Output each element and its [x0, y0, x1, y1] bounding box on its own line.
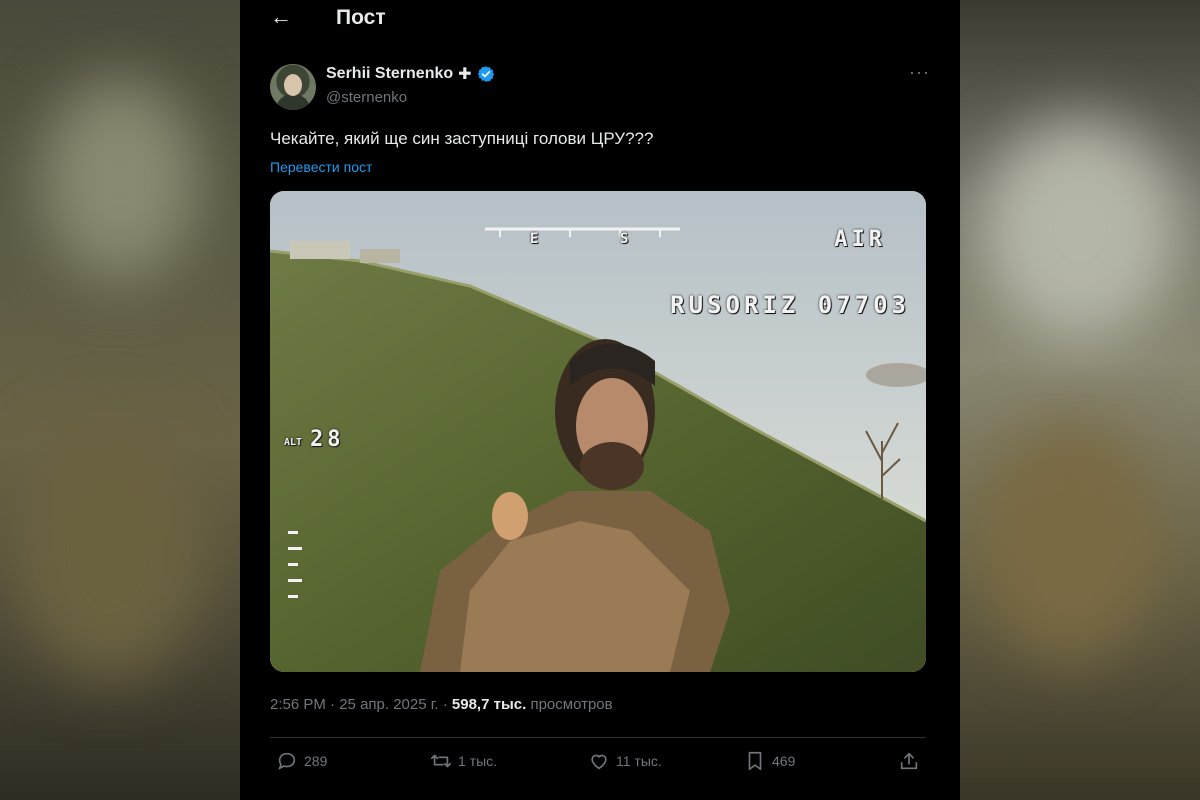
share-icon	[900, 752, 918, 770]
post-date[interactable]: 25 апр. 2025 г.	[339, 696, 438, 713]
post-view: ← Пост Serhii Sternenko ✚ @sternenko ···…	[240, 0, 960, 800]
arrow-left-icon[interactable]: ←	[270, 4, 292, 30]
avatar-body	[276, 94, 310, 110]
translate-post-link[interactable]: Перевести пост	[270, 159, 372, 175]
reply-button[interactable]: 289	[276, 750, 327, 772]
blur-blob	[10, 420, 210, 680]
author-handle[interactable]: @sternenko	[326, 89, 407, 106]
bookmark-count: 469	[772, 753, 796, 769]
like-button[interactable]: 11 тыс.	[588, 750, 662, 772]
osd-air-label: AIR	[834, 227, 886, 252]
blurred-background-right	[960, 0, 1200, 800]
osd-altitude: 28	[310, 427, 345, 452]
reply-icon	[278, 752, 296, 771]
repost-icon	[431, 754, 451, 768]
like-count: 11 тыс.	[616, 753, 662, 769]
blur-blob	[980, 420, 1160, 660]
osd-compass-s: S	[620, 231, 633, 247]
avatar-face	[284, 74, 302, 96]
verified-badge-icon	[477, 66, 494, 82]
post-actions: 289 1 тыс. 11 тыс. 469	[270, 750, 930, 780]
share-button[interactable]	[898, 750, 920, 772]
plus-icon: ✚	[458, 66, 472, 83]
post-media-image[interactable]: E S AIR RUSORIZ 07703 ALT 28	[270, 191, 926, 672]
views-count: 598,7 тыс.	[451, 696, 527, 713]
blur-blob	[980, 120, 1180, 340]
author-name-row: Serhii Sternenko ✚	[326, 64, 495, 84]
views-label: просмотров	[530, 696, 613, 713]
osd-craft-id: RUSORIZ 07703	[670, 291, 910, 319]
repost-count: 1 тыс.	[458, 753, 498, 769]
repost-button[interactable]: 1 тыс.	[430, 750, 497, 772]
bookmark-icon	[748, 751, 762, 771]
meta-separator: ·	[442, 696, 448, 713]
blur-blob	[40, 80, 200, 280]
meta-separator: ·	[330, 696, 336, 713]
reply-count: 289	[304, 753, 328, 769]
post-meta: 2:56 PM · 25 апр. 2025 г. · 598,7 тыс. п…	[270, 696, 613, 713]
post-author: Serhii Sternenko ✚ @sternenko ···	[270, 62, 930, 112]
drone-footage-scene	[270, 191, 926, 672]
osd-compass-e: E	[530, 231, 543, 247]
heart-icon	[591, 754, 607, 770]
divider	[270, 737, 926, 738]
blurred-background-left	[0, 0, 240, 800]
top-bar: ← Пост	[240, 0, 960, 40]
author-name[interactable]: Serhii Sternenko	[326, 65, 453, 83]
osd-alt-label: ALT	[284, 437, 303, 448]
avatar[interactable]	[270, 64, 316, 110]
post-text: Чекайте, який ще син заступниці голови Ц…	[270, 129, 654, 148]
post-time[interactable]: 2:56 PM	[270, 696, 326, 713]
bookmark-button[interactable]: 469	[744, 750, 795, 772]
more-dots-icon[interactable]: ···	[909, 62, 930, 83]
page-title: Пост	[336, 6, 386, 29]
